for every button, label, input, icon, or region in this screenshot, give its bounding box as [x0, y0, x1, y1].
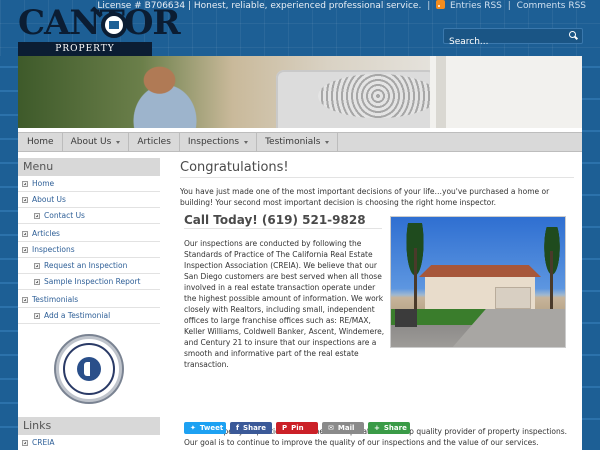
seal-emblem [77, 357, 101, 381]
expand-plus-icon [22, 247, 28, 253]
rss-icon [436, 0, 446, 9]
sidebar-item-label: Home [32, 179, 55, 188]
nav-testimonials[interactable]: Testimonials [257, 133, 339, 152]
chevron-down-icon [244, 141, 249, 144]
sidebar-item-label: Inspections [32, 245, 75, 254]
comments-rss-link[interactable]: Comments RSS [517, 1, 586, 11]
sidebar-item-contact-us[interactable]: Contact Us [18, 208, 160, 224]
sidebar-item-label: Sample Inspection Report [44, 277, 141, 286]
sidebar-item-inspections[interactable]: Inspections [18, 242, 160, 258]
hero-banner-image [18, 56, 582, 128]
search-input[interactable] [444, 35, 568, 49]
pinterest-icon: P [282, 424, 288, 432]
header-tagline: License # B706634 | Honest, reliable, ex… [97, 0, 586, 14]
nav-label: Articles [137, 137, 171, 147]
mail-icon: ✉ [328, 424, 334, 432]
search-icon[interactable] [569, 31, 578, 40]
ac-fan-grille [318, 74, 438, 118]
sidebar-item-label: Request an Inspection [44, 261, 128, 270]
separator: | [427, 1, 431, 11]
search-box [443, 28, 583, 49]
sidebar-item-label: CREIA [32, 438, 55, 447]
right-decoration [582, 56, 600, 450]
intro-paragraph: You have just made one of the most impor… [180, 187, 550, 207]
nav-articles[interactable]: Articles [129, 133, 180, 152]
expand-plus-icon [34, 313, 40, 319]
pinterest-button[interactable]: P Pin [276, 422, 318, 434]
tweet-button[interactable]: ✦ Tweet [184, 422, 226, 434]
sidebar-item-label: Add a Testimonial [44, 311, 111, 320]
sidebar-item-request-inspection[interactable]: Request an Inspection [18, 258, 160, 274]
trash-bins [395, 309, 417, 327]
sidebar-menu: Home About Us Contact Us Articles Inspec… [18, 176, 160, 324]
house-wall [430, 56, 582, 128]
main-navigation: Home About Us Articles Inspections Testi… [18, 132, 582, 152]
garage-door [495, 287, 531, 309]
share-icon: + [374, 424, 380, 432]
nav-about-us[interactable]: About Us [63, 133, 130, 152]
license-tagline: License # B706634 | Honest, reliable, ex… [97, 1, 422, 11]
expand-plus-icon [34, 213, 40, 219]
expand-plus-icon [34, 279, 40, 285]
sidebar-item-label: Testimonials [32, 295, 79, 304]
sidebar-item-about-us[interactable]: About Us [18, 192, 160, 208]
expand-plus-icon [34, 263, 40, 269]
expand-plus-icon [22, 231, 28, 237]
nav-label: About Us [70, 137, 112, 147]
left-decoration [0, 56, 18, 450]
facebook-icon: f [236, 424, 240, 432]
palm-tree [535, 227, 565, 311]
sidebar-item-label: About Us [32, 195, 66, 204]
tweet-label: Tweet [199, 424, 224, 432]
sidebar-item-label: Contact Us [44, 211, 85, 220]
sidebar-item-testimonials[interactable]: Testimonials [18, 292, 160, 308]
nav-label: Testimonials [265, 137, 321, 147]
sidebar-item-add-testimonial[interactable]: Add a Testimonial [18, 308, 160, 324]
sidebar-links: CREIA [18, 435, 160, 450]
nav-label: Inspections [187, 137, 240, 147]
body-paragraph: Our inspections are conducted by followi… [184, 239, 385, 369]
entries-rss-link[interactable]: Entries RSS [450, 1, 502, 11]
creia-seal-logo[interactable] [56, 336, 122, 402]
share-label: Share [383, 424, 407, 432]
nav-home[interactable]: Home [18, 133, 63, 152]
facebook-share-label: Share [243, 424, 266, 432]
nav-inspections[interactable]: Inspections [180, 133, 258, 152]
chevron-down-icon [116, 141, 121, 144]
pin-label: Pin [291, 424, 304, 432]
nav-label: Home [27, 137, 54, 147]
inspector-figure [110, 58, 220, 128]
main-content: Congratulations! You have just made one … [180, 158, 574, 447]
sidebar-menu-heading: Menu [18, 158, 160, 176]
expand-plus-icon [22, 297, 28, 303]
mail-label: Mail [337, 424, 355, 432]
share-button[interactable]: + Share [368, 422, 410, 434]
twitter-icon: ✦ [190, 424, 196, 432]
mail-button[interactable]: ✉ Mail [322, 422, 364, 434]
share-bar: ✦ Tweet f Share P Pin ✉ Mail + Share [184, 422, 410, 434]
separator: | [507, 1, 511, 11]
logo-subtitle: PROPERTY INSPECTION [18, 42, 152, 68]
facebook-share-button[interactable]: f Share [230, 422, 272, 434]
page-container: Home About Us Articles Inspections Testi… [18, 56, 582, 450]
expand-plus-icon [22, 440, 28, 446]
sidebar-item-label: Articles [32, 229, 60, 238]
house-photo [390, 216, 566, 348]
call-today-heading: Call Today! (619) 521-9828 [184, 212, 382, 229]
chevron-down-icon [325, 141, 330, 144]
sidebar-item-articles[interactable]: Articles [18, 226, 160, 242]
sidebar-links-heading: Links [18, 417, 160, 435]
expand-plus-icon [22, 197, 28, 203]
magnifier-icon [101, 12, 127, 38]
sidebar-item-sample-report[interactable]: Sample Inspection Report [18, 274, 160, 290]
expand-plus-icon [22, 181, 28, 187]
sidebar-item-home[interactable]: Home [18, 176, 160, 192]
page-title: Congratulations! [180, 158, 574, 178]
sidebar-link-creia[interactable]: CREIA [18, 435, 160, 450]
